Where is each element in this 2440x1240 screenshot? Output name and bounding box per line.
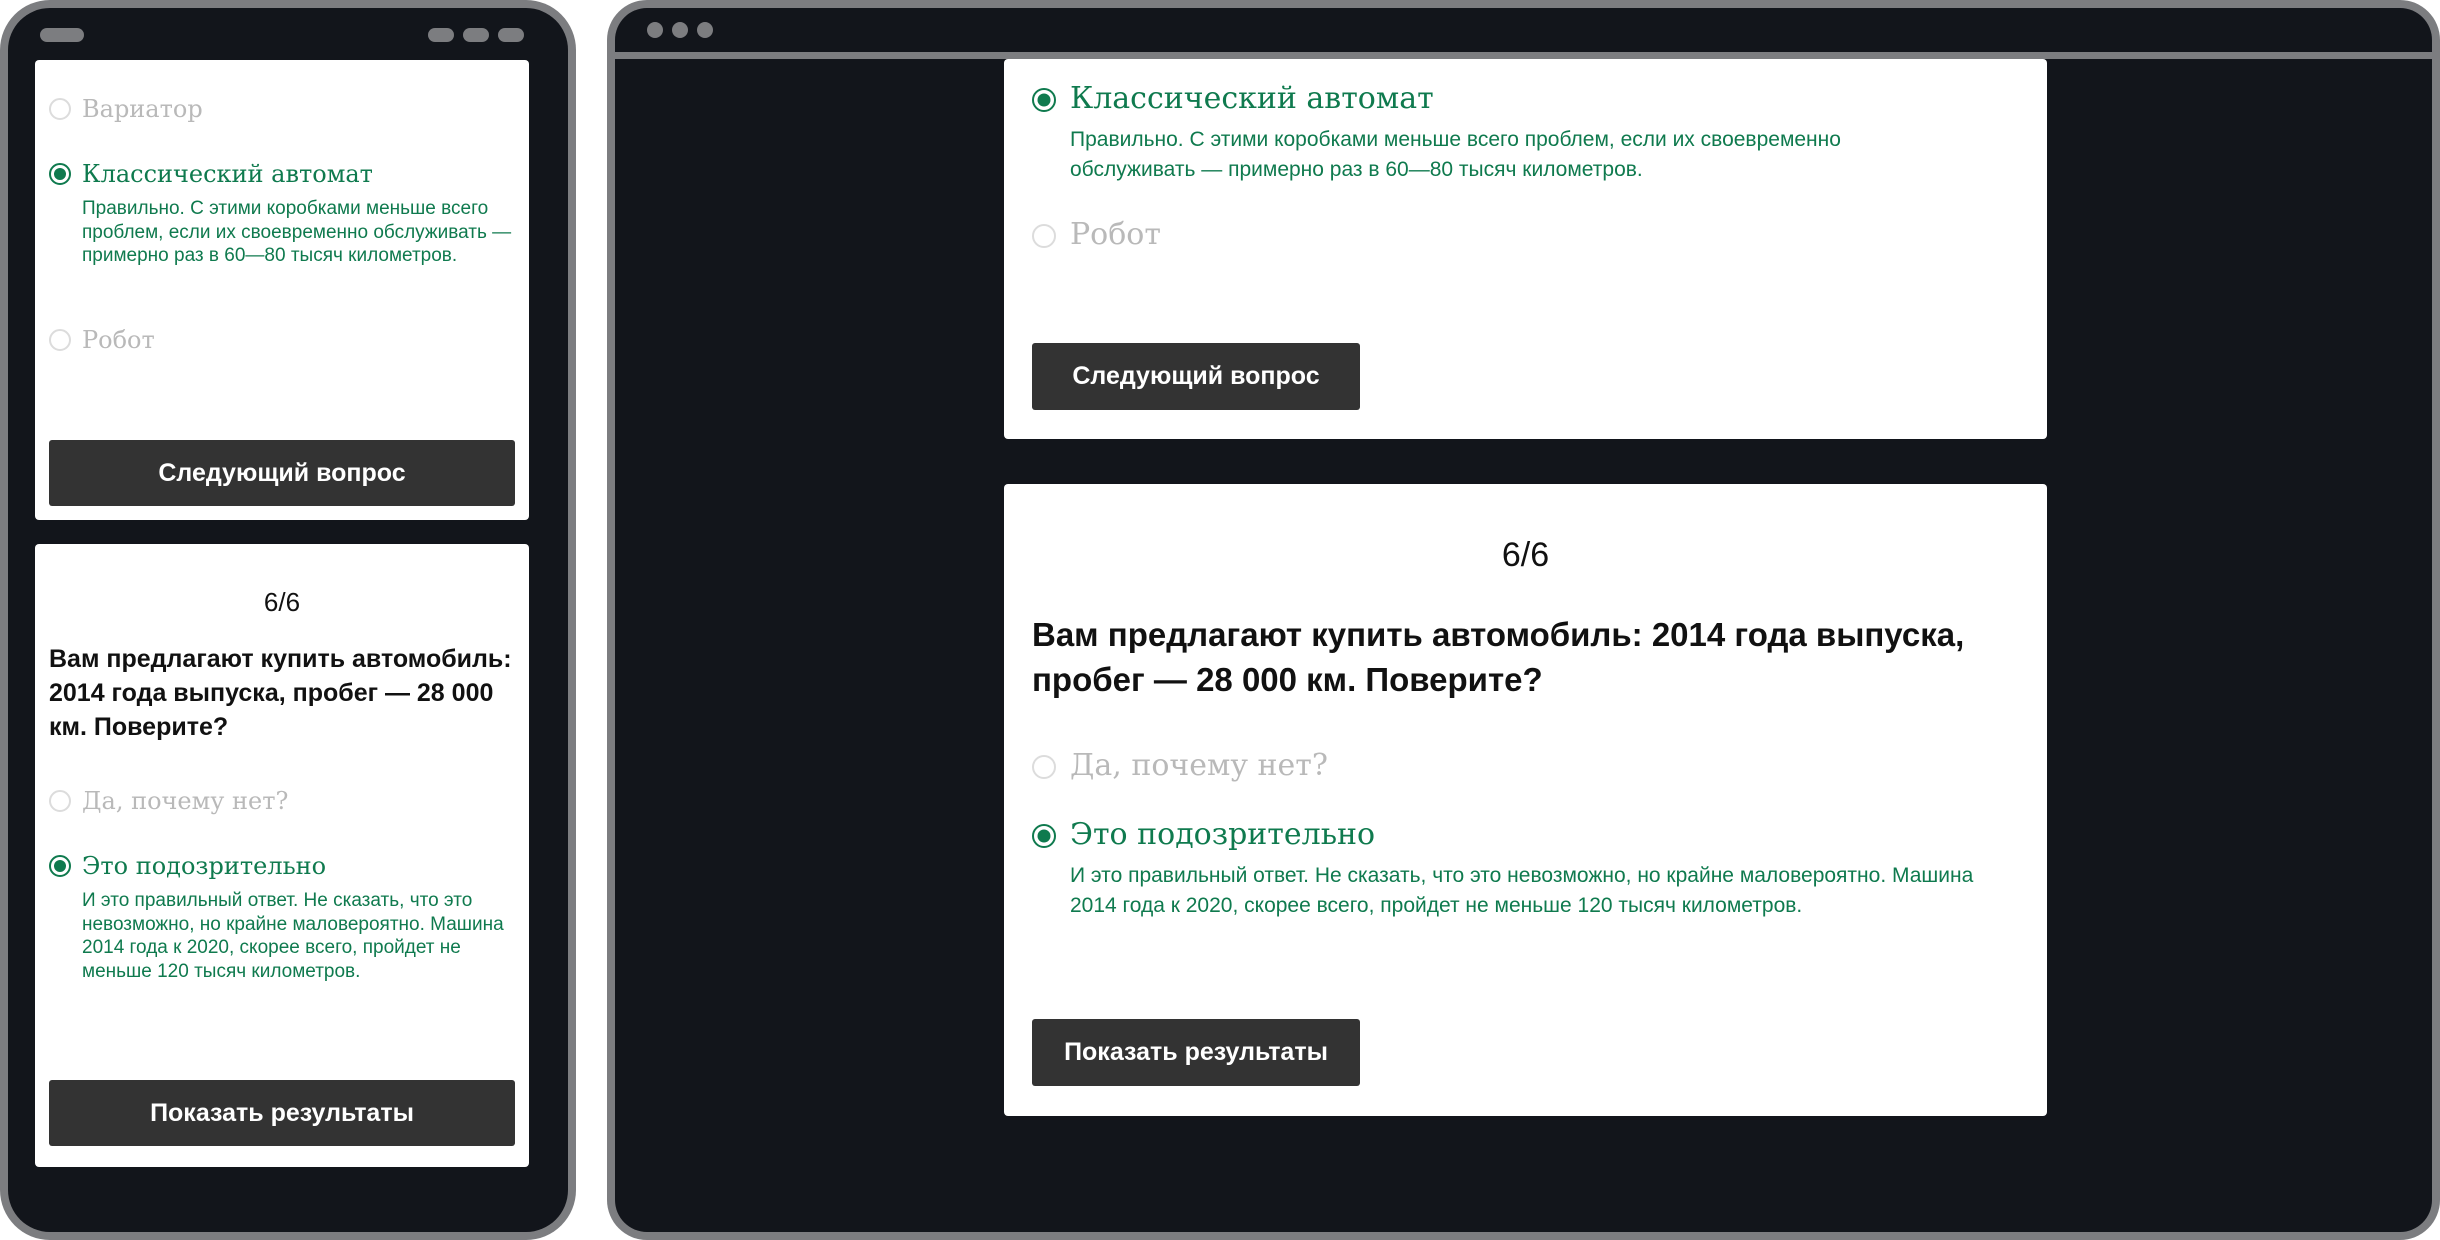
show-results-button[interactable]: Показать результаты [49,1080,515,1146]
radio-icon[interactable] [49,790,71,812]
next-question-button[interactable]: Следующий вопрос [1032,343,1360,410]
window-dot [672,22,688,38]
question-text: Вам предлагают купить автомобиль: 2014 г… [1032,616,1965,698]
window-dot [647,22,663,38]
radio-checked-icon[interactable] [1032,824,1056,848]
question-card-current: 6/6 Вам предлагают купить автомобиль: 20… [1004,484,2047,1116]
answer-explanation: И это правильный ответ. Не сказать, что … [1070,864,1974,917]
option-yes-why-not[interactable]: Да, почему нет? [49,787,288,815]
answer-explanation: Правильно. С этими коробками меньше всег… [82,198,512,266]
radio-icon[interactable] [1032,224,1056,248]
question-card-prev: Классический автомат Правильно. С этими … [1004,59,2047,439]
option-classic-automatic[interactable]: Классический автомат [49,160,373,188]
option-variator[interactable]: Вариатор [49,95,203,123]
phone-screen: Вариатор Классический автомат Правильно.… [8,8,568,1232]
radio-checked-icon[interactable] [49,163,71,185]
next-question-button[interactable]: Следующий вопрос [49,440,515,506]
question-card-current: 6/6 Вам предлагают купить автомобиль: 20… [35,544,529,1167]
option-suspicious[interactable]: Это подозрительно [49,852,326,880]
browser-toolbar-divider [615,52,2432,59]
option-classic-automatic[interactable]: Классический автомат [1032,81,1434,117]
window-dot [697,22,713,38]
answer-explanation: Правильно. С этими коробками меньше всег… [1070,128,1841,181]
question-text: Вам предлагают купить автомобиль: 2014 г… [49,645,512,741]
question-counter: 6/6 [263,587,301,617]
option-suspicious[interactable]: Это подозрительно [1032,817,1375,853]
option-label: Классический автомат [82,160,373,188]
option-robot[interactable]: Робот [1032,217,1161,253]
browser-frame: Классический автомат Правильно. С этими … [607,0,2440,1240]
radio-icon[interactable] [49,329,71,351]
phone-speaker [40,28,84,42]
option-label: Классический автомат [1070,81,1434,116]
phone-frame: Вариатор Классический автомат Правильно.… [0,0,576,1240]
radio-checked-icon[interactable] [1032,88,1056,112]
option-label: Вариатор [82,95,203,123]
option-label: Это подозрительно [82,852,327,880]
option-label: Это подозрительно [1070,817,1376,852]
radio-icon[interactable] [49,98,71,120]
option-label: Робот [1070,217,1161,252]
browser-screen: Классический автомат Правильно. С этими … [615,8,2432,1232]
question-card-prev: Вариатор Классический автомат Правильно.… [35,60,529,520]
option-yes-why-not[interactable]: Да, почему нет? [1032,748,1328,784]
question-counter: 6/6 [1501,536,1550,574]
option-label: Робот [82,326,155,354]
phone-sensor [428,28,454,42]
answer-explanation: И это правильный ответ. Не сказать, что … [82,890,504,982]
radio-icon[interactable] [1032,755,1056,779]
phone-sensor [498,28,524,42]
option-robot[interactable]: Робот [49,326,155,354]
show-results-button[interactable]: Показать результаты [1032,1019,1360,1086]
radio-checked-icon[interactable] [49,855,71,877]
phone-sensor [463,28,489,42]
option-label: Да, почему нет? [82,787,289,815]
option-label: Да, почему нет? [1070,748,1328,783]
